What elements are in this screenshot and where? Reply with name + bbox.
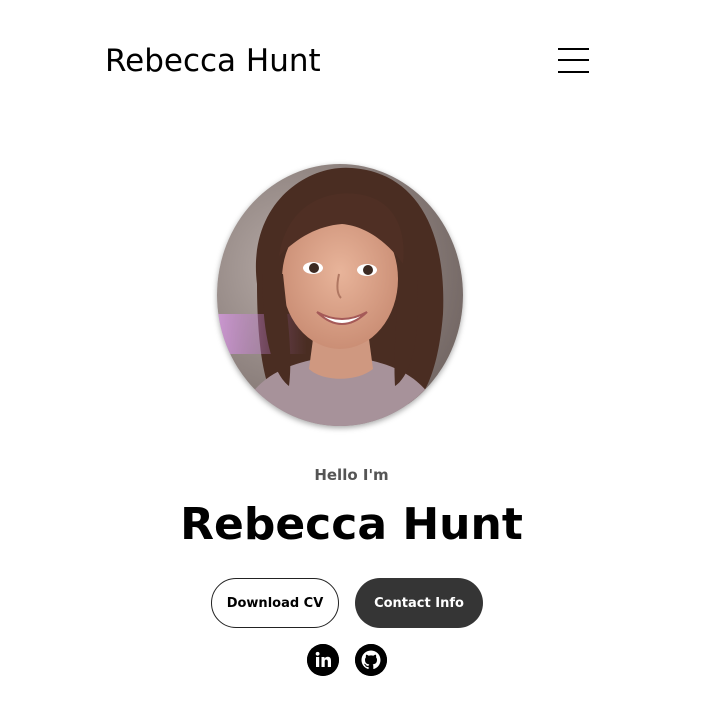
menu-line [558, 71, 589, 73]
greeting-text: Hello I'm [314, 466, 389, 484]
download-cv-button[interactable]: Download CV [211, 578, 339, 628]
linkedin-icon[interactable] [307, 644, 339, 676]
profile-photo-illustration [217, 164, 463, 426]
site-title[interactable]: Rebecca Hunt [105, 40, 321, 82]
linkedin-glyph [307, 644, 339, 676]
menu-line [558, 59, 589, 61]
hamburger-menu-icon[interactable] [557, 46, 591, 76]
profile-photo [217, 164, 463, 426]
hero-name: Rebecca Hunt [180, 499, 523, 550]
menu-line [558, 48, 589, 50]
github-icon[interactable] [355, 644, 387, 676]
page: Rebecca Hunt Hello I'm Rebecca Hunt Down… [0, 0, 703, 716]
github-glyph [355, 644, 387, 676]
contact-info-button[interactable]: Contact Info [355, 578, 483, 628]
